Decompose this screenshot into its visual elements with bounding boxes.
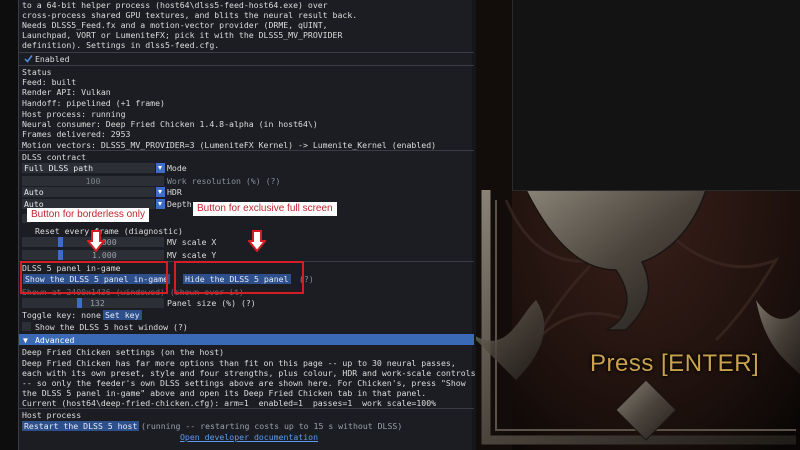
status-line: Neural consumer: Deep Fried Chicken 1.4.…: [22, 119, 318, 129]
arrow-down-icon: [248, 230, 266, 252]
advanced-line: the DLSS 5 panel in-game" above and open…: [22, 388, 427, 398]
host-window-label: Show the DLSS 5 host window (?): [35, 322, 188, 332]
host-process-header: Host process: [22, 410, 82, 420]
advanced-header-label: Advanced: [35, 335, 75, 345]
intro-line: Launchpad, VORT or LumeniteFX; pick it w…: [22, 30, 343, 40]
press-enter-prompt: Press [ENTER]: [590, 350, 760, 377]
mode-combo[interactable]: Full DLSS path: [22, 163, 155, 173]
checkmark-icon: [24, 55, 33, 63]
exclusive-callout: Button for exclusive full screen: [193, 202, 337, 216]
work-resolution-label: Work resolution (%) (?): [167, 176, 281, 186]
status-line: Handoff: pipelined (+1 frame): [22, 98, 165, 108]
hdr-label: HDR: [167, 187, 182, 197]
intro-line: definition). Settings in dlss5-feed.cfg.: [22, 40, 220, 50]
host-window: [512, 0, 800, 191]
highlight-box: [20, 261, 168, 294]
divider: [19, 408, 474, 409]
mode-label: Mode: [167, 163, 187, 173]
restart-host-button[interactable]: Restart the DLSS 5 host: [22, 421, 140, 431]
divider: [19, 150, 474, 151]
intro-line: cross-process shared GPU textures, and b…: [22, 10, 358, 20]
status-line: Feed: built: [22, 77, 77, 87]
enabled-label: Enabled: [35, 54, 70, 64]
status-line: Host process: running: [22, 109, 126, 119]
advanced-line: Deep Fried Chicken has far more options …: [22, 358, 456, 368]
set-key-button[interactable]: Set key: [103, 310, 142, 320]
developer-docs-link[interactable]: Open developer documentation: [180, 432, 318, 442]
panel-size-value: 132: [90, 298, 105, 308]
borderless-callout: Button for borderless only: [27, 208, 149, 222]
restart-note: (running -- restarting costs up to 15 s …: [141, 421, 403, 431]
advanced-collapsing-header[interactable]: [19, 334, 474, 345]
panel-size-label: Panel size (%) (?): [167, 298, 256, 308]
slider-grab[interactable]: [58, 237, 63, 247]
depth-label: Depth: [167, 199, 192, 209]
chevron-down-icon[interactable]: [156, 199, 165, 209]
divider: [19, 52, 474, 53]
enabled-checkbox[interactable]: [24, 54, 33, 63]
arrow-down-icon: [87, 230, 105, 252]
advanced-line: Current (host64\deep-fried-chicken.cfg):…: [22, 398, 437, 408]
slider-grab[interactable]: [77, 298, 82, 308]
slider-grab[interactable]: [58, 250, 63, 260]
highlight-box: [174, 261, 304, 294]
chicken-settings-header: Deep Fried Chicken settings (on the host…: [22, 347, 225, 357]
divider: [19, 65, 474, 66]
reset-label: Reset every frame (diagnostic): [35, 226, 183, 236]
mv-scale-y-label: MV scale Y: [167, 250, 217, 260]
chevron-down-icon: ▼: [23, 335, 28, 345]
contract-header: DLSS contract: [22, 152, 87, 162]
status-line: Motion vectors: DLSS5_MV_PROVIDER=3 (Lum…: [22, 140, 437, 150]
status-line: Render API: Vulkan: [22, 87, 111, 97]
host-window-checkbox[interactable]: [22, 322, 31, 331]
advanced-line: -- so only the feeder's own DLSS setting…: [22, 378, 466, 388]
status-header: Status: [22, 67, 52, 77]
status-line: Frames delivered: 2953: [22, 129, 131, 139]
chevron-down-icon[interactable]: [156, 163, 165, 173]
chevron-down-icon[interactable]: [156, 187, 165, 197]
intro-line: to a 64-bit helper process (host64\dlss5…: [22, 0, 328, 10]
toggle-key-label: Toggle key: none: [22, 310, 101, 320]
advanced-line: each with its own preset, style and four…: [22, 368, 476, 378]
work-resolution-slider[interactable]: 100: [22, 176, 164, 186]
mv-scale-x-label: MV scale X: [167, 237, 217, 247]
hdr-combo[interactable]: Auto: [22, 187, 155, 197]
intro-line: Needs DLSS5_Feed.fx and a motion-vector …: [22, 20, 328, 30]
